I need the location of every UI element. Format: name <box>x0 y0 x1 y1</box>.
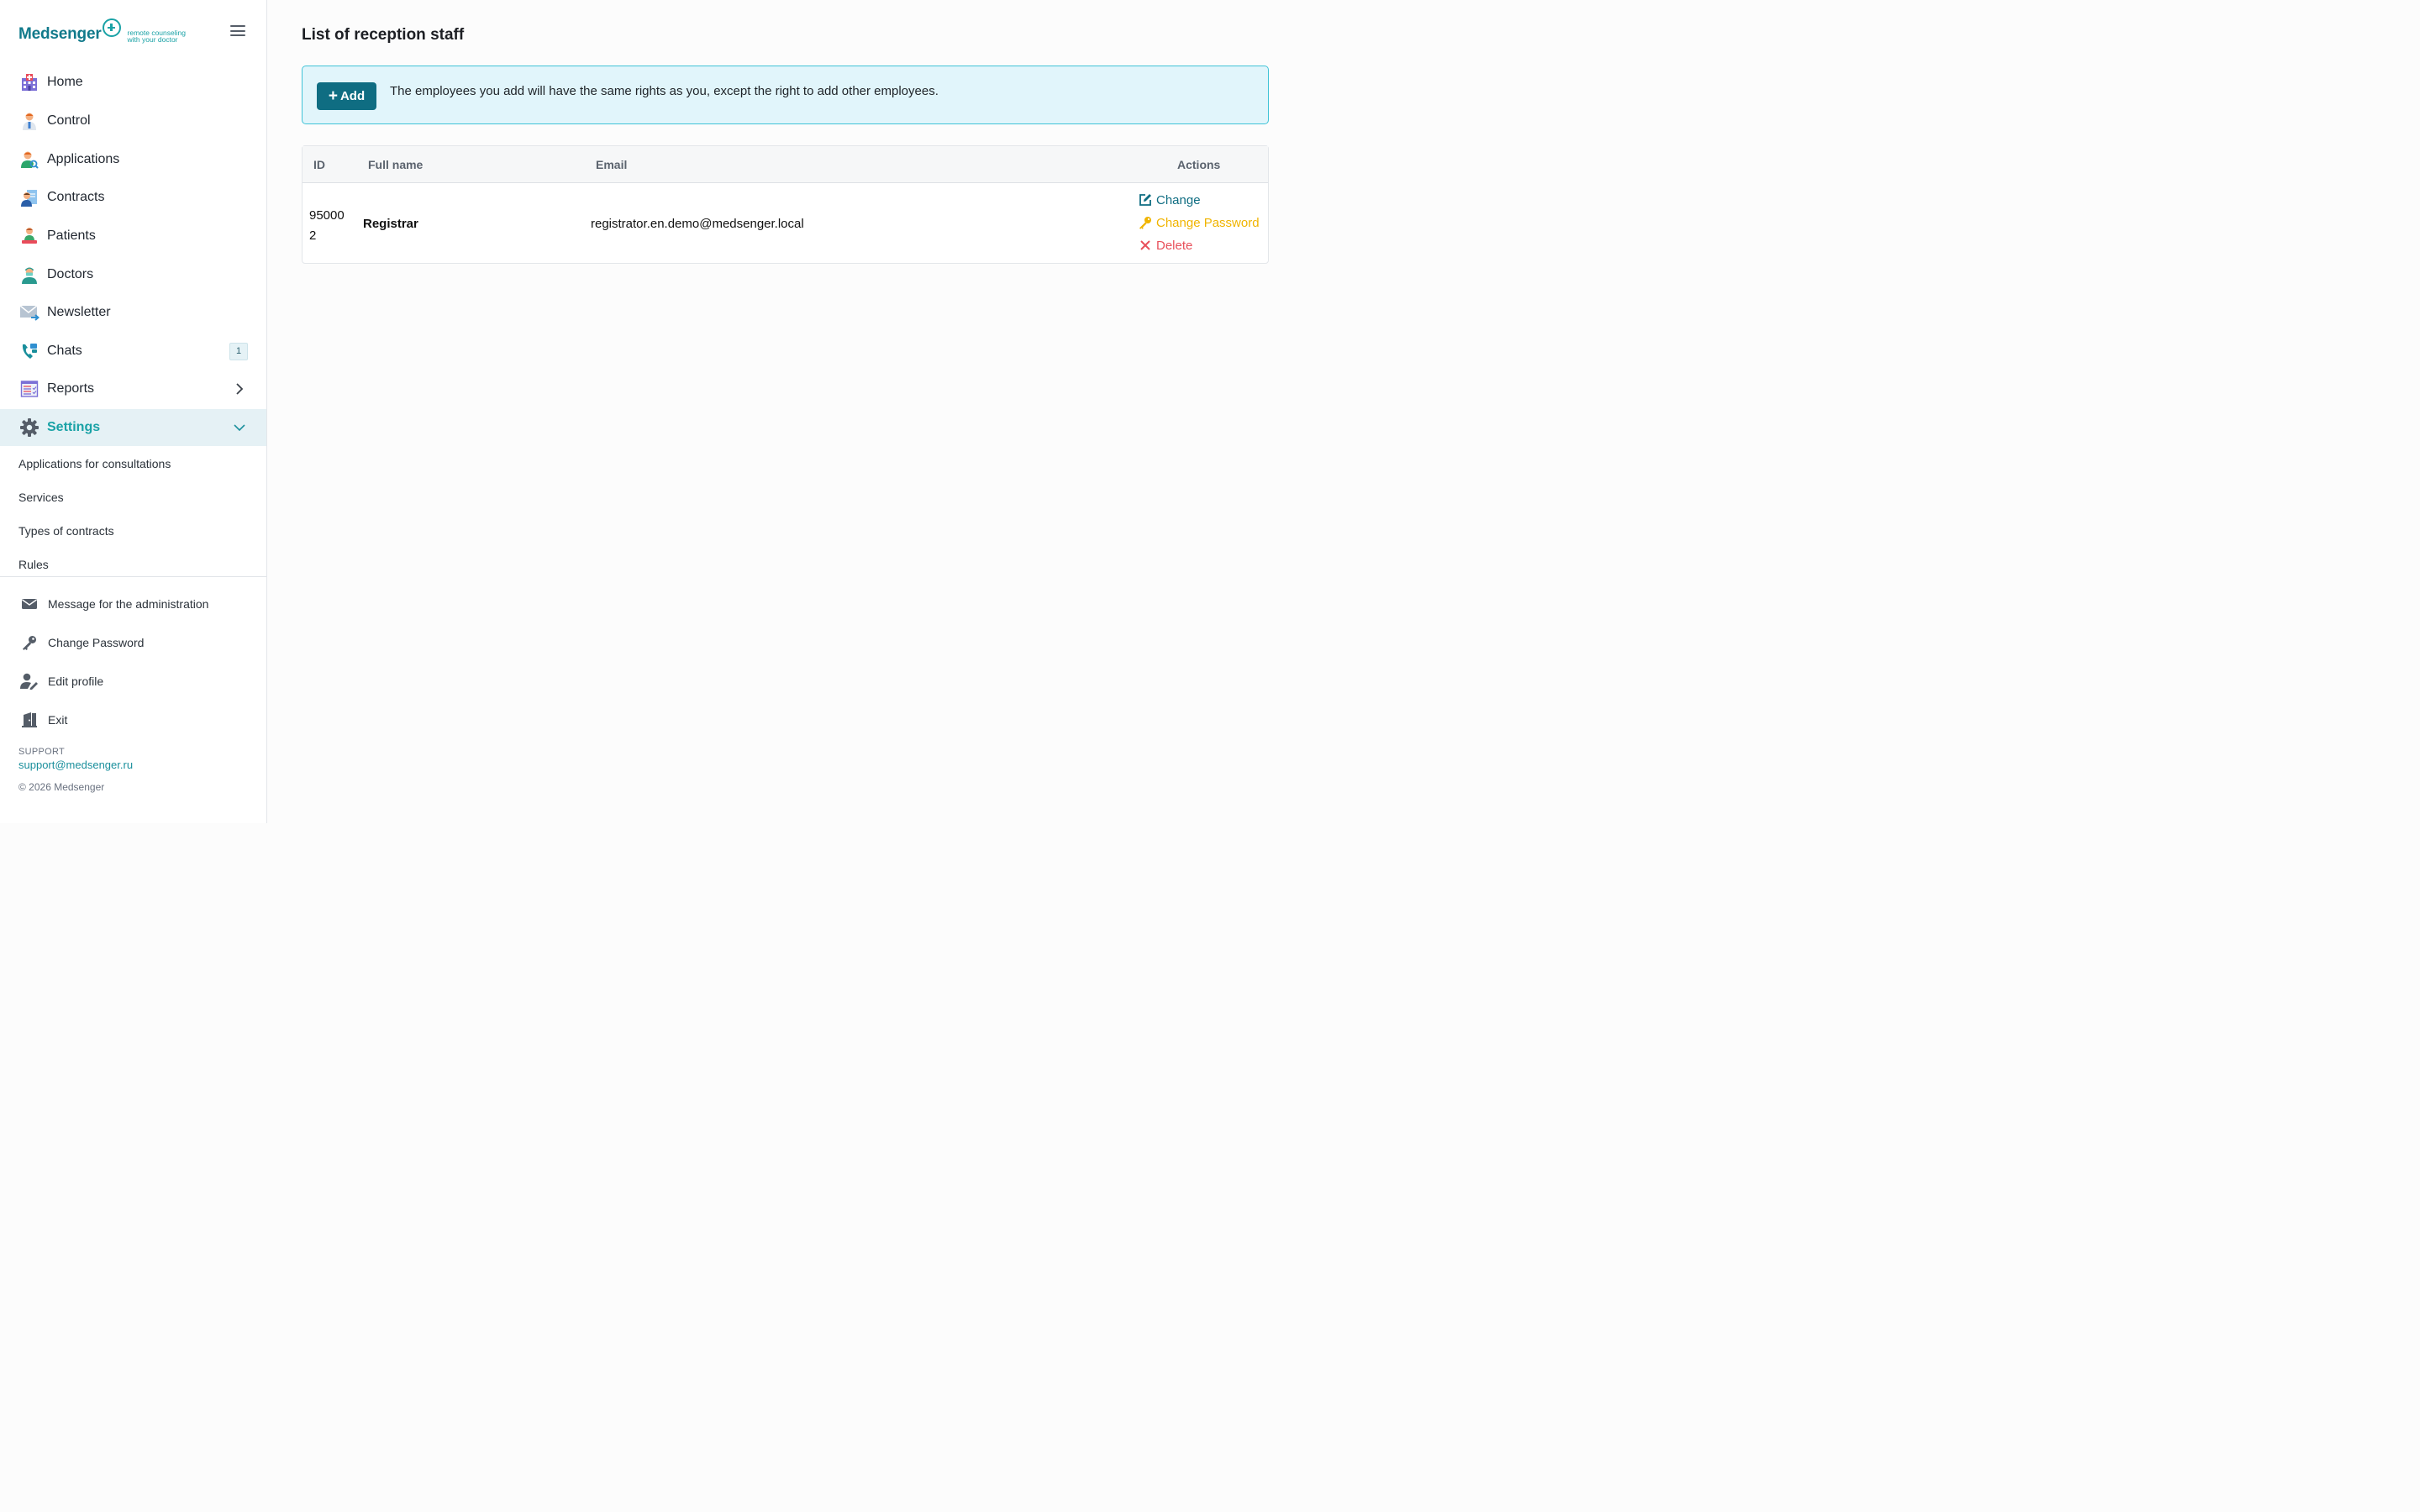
footer-label: Exit <box>48 713 68 727</box>
sub-item-applications-consultations[interactable]: Applications for consultations <box>18 457 171 470</box>
nav-label: Control <box>47 113 91 128</box>
patient-icon <box>19 226 39 246</box>
col-header-email[interactable]: Email <box>596 158 627 171</box>
doctor-icon <box>19 111 39 131</box>
delete-action-link[interactable]: Delete <box>1138 238 1192 253</box>
nav-item-chats[interactable]: Chats 1 <box>0 333 266 370</box>
sidebar-divider <box>0 576 266 577</box>
nav-label: Home <box>47 75 83 89</box>
chevron-down-icon <box>234 422 245 433</box>
support-email-link[interactable]: support@medsenger.ru <box>18 759 133 771</box>
contract-icon <box>19 187 39 207</box>
door-exit-icon <box>20 711 39 729</box>
mail-icon <box>20 595 39 613</box>
main-content: List of reception staff + Add The employ… <box>267 0 1318 823</box>
info-text: The employees you add will have the same… <box>390 84 939 98</box>
footer-item-change-password[interactable]: Change Password <box>0 630 266 655</box>
key-icon <box>1138 215 1153 230</box>
nav-item-newsletter[interactable]: Newsletter <box>0 294 266 331</box>
col-header-actions: Actions <box>1177 158 1221 171</box>
nav-label: Doctors <box>47 267 94 281</box>
id-part-1: 95000 <box>309 208 345 223</box>
nav-item-reports[interactable]: Reports <box>0 370 266 407</box>
sub-item-types-of-contracts[interactable]: Types of contracts <box>18 524 114 538</box>
nav-label: Newsletter <box>47 305 111 319</box>
nav-label: Applications <box>47 152 120 166</box>
change-password-action-link[interactable]: Change Password <box>1138 215 1260 230</box>
change-password-label: Change Password <box>1156 215 1260 230</box>
key-icon <box>20 633 39 652</box>
id-part-2: 2 <box>309 228 317 243</box>
chevron-right-icon <box>234 383 245 395</box>
nav-label: Patients <box>47 228 96 243</box>
footer-item-edit-profile[interactable]: Edit profile <box>0 669 266 694</box>
change-label: Change <box>1156 192 1201 207</box>
info-alert: + Add The employees you add will have th… <box>302 66 1269 124</box>
nav-label: Settings <box>47 420 101 434</box>
close-icon <box>1138 238 1153 253</box>
copyright: © 2026 Medsenger <box>18 781 105 793</box>
add-employee-button[interactable]: + Add <box>317 82 376 110</box>
edit-icon <box>1138 192 1153 207</box>
user-edit-icon <box>20 672 39 690</box>
envelope-icon <box>19 302 39 323</box>
hospital-icon <box>19 72 39 92</box>
nav-item-control[interactable]: Control <box>0 102 266 139</box>
footer-label: Edit profile <box>48 675 104 688</box>
nav-item-patients[interactable]: Patients <box>0 218 266 255</box>
cell-email: registrator.en.demo@medsenger.local <box>591 217 804 231</box>
footer-label: Message for the administration <box>48 597 209 611</box>
delete-label: Delete <box>1156 238 1193 253</box>
table-header: ID Full name Email Actions <box>302 146 1268 183</box>
plus-icon: + <box>328 87 338 105</box>
change-action-link[interactable]: Change <box>1138 192 1201 207</box>
nav-label: Contracts <box>47 190 105 204</box>
gear-icon <box>19 417 39 438</box>
brand-plus-icon <box>102 18 121 37</box>
cell-id: 95000 2 <box>309 206 345 246</box>
menu-toggle-icon[interactable] <box>230 25 245 39</box>
nav-label: Reports <box>47 381 95 396</box>
nav-item-doctors[interactable]: Doctors <box>0 256 266 293</box>
doctor-mask-icon <box>19 265 39 285</box>
nav-item-applications[interactable]: Applications <box>0 141 266 178</box>
user-search-icon <box>19 150 39 170</box>
sub-item-services[interactable]: Services <box>18 491 64 504</box>
col-header-full-name[interactable]: Full name <box>368 158 423 171</box>
tagline-line-2: with your doctor <box>127 35 178 44</box>
footer-label: Change Password <box>48 636 145 649</box>
brand-logo[interactable]: Medsenger remote counseling with your do… <box>18 18 186 43</box>
brand-tagline: remote counseling with your doctor <box>127 29 186 44</box>
brand-name: Medsenger <box>18 25 102 43</box>
support-label: SUPPORT <box>18 747 66 757</box>
sub-item-rules[interactable]: Rules <box>18 558 49 571</box>
footer-item-message-admin[interactable]: Message for the administration <box>0 591 266 617</box>
nav-item-settings[interactable]: Settings <box>0 409 266 446</box>
add-button-label: Add <box>339 89 366 103</box>
report-icon <box>19 379 39 399</box>
chats-unread-badge: 1 <box>229 342 248 360</box>
cell-full-name: Registrar <box>363 217 418 231</box>
staff-table: ID Full name Email Actions 95000 2 Regis… <box>302 145 1269 264</box>
phone-chat-icon <box>19 341 39 361</box>
footer-item-exit[interactable]: Exit <box>0 707 266 732</box>
nav-item-contracts[interactable]: Contracts <box>0 179 266 216</box>
page-title: List of reception staff <box>302 26 465 44</box>
col-header-id[interactable]: ID <box>313 158 325 171</box>
sidebar: Medsenger remote counseling with your do… <box>0 0 267 823</box>
nav-item-home[interactable]: Home <box>0 64 266 101</box>
nav-label: Chats <box>47 344 82 358</box>
